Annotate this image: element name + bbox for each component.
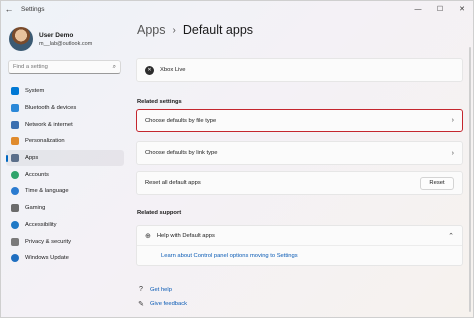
sidebar-item-label: Bluetooth & devices [25,105,77,112]
give-feedback-link[interactable]: ✎ Give feedback [137,300,187,308]
sidebar-item-network[interactable]: Network & internet [6,116,124,133]
wifi-icon [11,120,19,129]
sidebar-item-time-language[interactable]: Time & language [6,183,124,200]
search-icon[interactable]: ⌕ [113,64,116,71]
page-title: Default apps [182,23,254,37]
chevron-right-icon: › [451,149,454,157]
monitor-icon [11,87,19,96]
sidebar-item-label: Apps [25,155,39,162]
apps-icon [11,154,19,163]
sidebar-item-label: Windows Update [25,255,69,262]
person-icon [11,170,19,179]
breadcrumb-parent[interactable]: Apps [137,23,166,37]
choose-defaults-file-type[interactable]: Choose defaults by file type › [136,109,463,132]
sidebar-item-label: Accounts [25,171,49,178]
sidebar-item-label: System [25,88,45,95]
file-type-label: Choose defaults by file type [145,117,217,124]
chevron-up-icon: ⌃ [448,232,454,240]
user-email: m__lab@outlook.com [39,40,93,47]
sidebar-item-accounts[interactable]: Accounts [6,166,124,183]
get-help-label: Get help [150,286,172,293]
scrollbar[interactable] [469,47,471,312]
settings-window: ← Settings — ☐ ✕ User Demo m__lab@outloo… [0,0,474,318]
reset-label: Reset all default apps [145,180,201,186]
sidebar-item-privacy[interactable]: Privacy & security [6,233,124,250]
sidebar-item-accessibility[interactable]: Accessibility [6,217,124,234]
sidebar-item-windows-update[interactable]: Windows Update [6,250,124,267]
brush-icon [11,137,19,146]
search-input[interactable] [13,64,108,70]
sidebar-nav: System Bluetooth & devices Network & int… [6,83,124,267]
related-settings-heading: Related settings [137,99,182,105]
get-help-link[interactable]: ? Get help [137,286,172,293]
window-title: Settings [21,5,45,13]
help-title: Help with Default apps [156,232,215,239]
sidebar-item-label: Accessibility [25,221,57,228]
sidebar: User Demo m__lab@outlook.com ⌕ System Bl… [1,17,129,317]
link-type-label: Choose defaults by link type [145,150,218,156]
choose-defaults-link-type[interactable]: Choose defaults by link type › [136,141,463,165]
sidebar-item-personalization[interactable]: Personalization [6,133,124,150]
window-controls: — ☐ ✕ [407,1,473,17]
user-profile[interactable]: User Demo m__lab@outlook.com [9,27,92,51]
sidebar-item-bluetooth[interactable]: Bluetooth & devices [6,100,124,117]
give-feedback-label: Give feedback [150,301,188,307]
sidebar-item-apps[interactable]: Apps [6,149,124,167]
globe-clock-icon [11,187,19,196]
update-icon [11,254,19,263]
back-arrow-icon[interactable]: ← [1,4,17,14]
minimize-button[interactable]: — [407,1,429,17]
xbox-live-item[interactable]: ✕ Xbox Live [136,58,463,82]
xbox-icon: ✕ [145,65,154,75]
globe-icon: ⊕ [145,232,151,240]
help-card: ⊕ Help with Default apps ⌃ Learn about C… [136,225,463,266]
user-name: User Demo [39,31,74,39]
help-link[interactable]: Learn about Control panel options moving… [137,246,462,266]
chevron-right-icon: › [451,117,454,124]
xbox-live-label: Xbox Live [160,67,186,73]
reset-default-apps-row: Reset all default apps Reset [136,171,463,195]
sidebar-item-label: Time & language [25,188,69,195]
controller-icon [11,204,19,213]
related-support-heading: Related support [137,210,182,216]
sidebar-item-label: Gaming [25,205,46,212]
help-header[interactable]: ⊕ Help with Default apps ⌃ [137,226,462,246]
sidebar-item-label: Network & internet [25,121,73,128]
shield-icon [11,237,19,246]
bluetooth-icon [11,104,19,113]
search-box[interactable]: ⌕ [8,60,121,74]
avatar [9,27,33,51]
breadcrumb-separator: › [172,24,176,36]
accessibility-icon [11,220,19,229]
close-button[interactable]: ✕ [451,1,473,17]
sidebar-item-label: Privacy & security [25,238,72,245]
feedback-icon: ✎ [138,301,144,308]
sidebar-item-label: Personalization [25,138,65,145]
reset-button[interactable]: Reset [420,176,454,190]
help-icon: ? [139,286,143,293]
sidebar-item-gaming[interactable]: Gaming [6,200,124,217]
main-content: Apps › Default apps ✕ Xbox Live Related … [129,17,473,317]
title-bar: ← Settings — ☐ ✕ [1,1,473,17]
sidebar-item-system[interactable]: System [6,83,124,100]
maximize-button[interactable]: ☐ [429,1,451,17]
breadcrumb: Apps › Default apps [137,23,253,37]
